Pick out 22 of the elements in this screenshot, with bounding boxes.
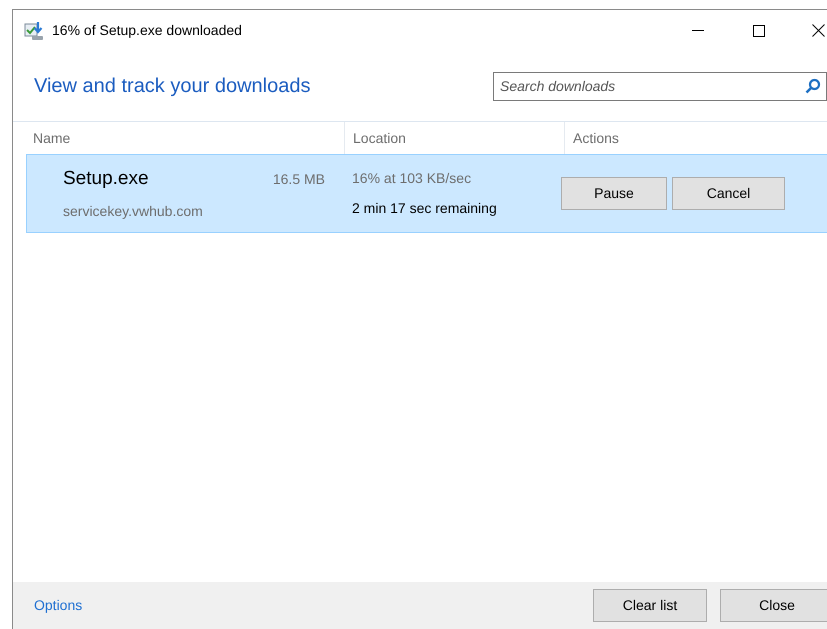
time-remaining: 2 min 17 sec remaining bbox=[352, 199, 498, 218]
download-row[interactable]: Setup.exe 16.5 MB servicekey.vwhub.com 16% at 103 KB/sec 2 min 17 sec remaining Pause Cancel bbox=[26, 154, 827, 233]
footer-button[interactable]: Clear list bbox=[593, 589, 707, 622]
download-source: servicekey.vwhub.com bbox=[63, 202, 204, 222]
download-icon bbox=[24, 20, 44, 40]
footer-button[interactable]: Close bbox=[720, 589, 827, 622]
minimize-icon[interactable] bbox=[692, 30, 704, 32]
column-header[interactable]: Name bbox=[33, 128, 70, 148]
window-title: 16% of Setup.exe downloaded bbox=[52, 21, 242, 40]
options-link[interactable]: Options bbox=[34, 595, 82, 616]
search-field[interactable]: Search downloads bbox=[493, 72, 827, 100]
column-header[interactable]: Location bbox=[353, 128, 406, 148]
download-progress: 16% at 103 KB/sec bbox=[352, 169, 472, 188]
file-name: Setup.exe bbox=[63, 166, 149, 191]
page-heading: View and track your downloads bbox=[34, 74, 310, 99]
action-button[interactable]: Cancel bbox=[672, 177, 785, 210]
maximize-icon[interactable] bbox=[753, 24, 765, 36]
search-icon[interactable] bbox=[805, 78, 821, 94]
column-header[interactable]: Actions bbox=[573, 128, 619, 148]
file-size: 16.5 MB bbox=[272, 170, 325, 189]
action-button[interactable]: Pause bbox=[561, 177, 667, 210]
close-icon[interactable] bbox=[812, 24, 825, 37]
